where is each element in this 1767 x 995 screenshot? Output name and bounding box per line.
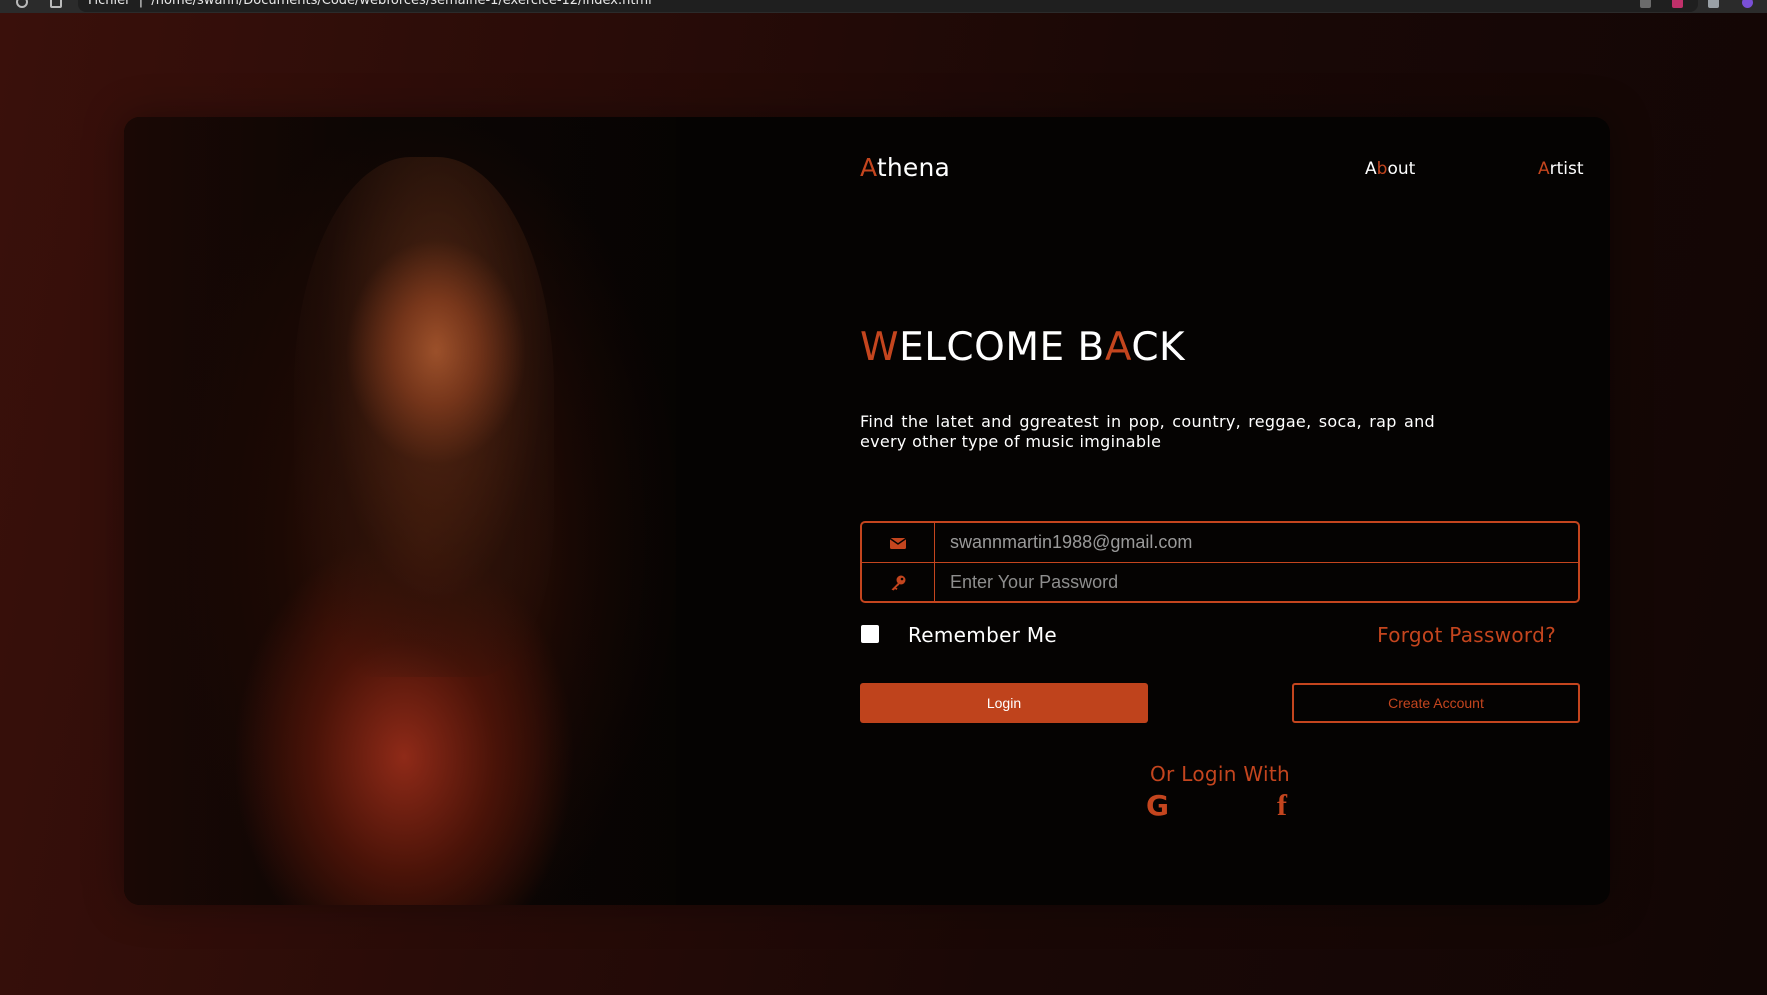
title-accent-w: W <box>860 325 900 370</box>
tab-label: Fichier <box>88 0 131 8</box>
artist-photo <box>124 117 806 905</box>
nav-about-accent: b <box>1376 159 1388 179</box>
envelope-icon <box>862 523 935 562</box>
nav-about-link[interactable]: About <box>1365 159 1415 179</box>
nav-artist-rest: rtist <box>1549 159 1584 179</box>
key-icon <box>862 563 935 602</box>
or-login-with-label: Or Login With <box>1150 762 1290 786</box>
google-icon[interactable]: G <box>1146 789 1169 822</box>
email-field[interactable] <box>935 523 1575 562</box>
forgot-password-link[interactable]: Forgot Password? <box>1377 623 1556 647</box>
title-accent-a: A <box>1104 325 1132 370</box>
remember-me-label[interactable]: Remember Me <box>908 623 1057 647</box>
login-button[interactable]: Login <box>860 683 1148 723</box>
browser-toolbar: Fichier | /home/swann/Documents/Code/web… <box>0 0 1767 13</box>
address-bar[interactable]: Fichier | /home/swann/Documents/Code/web… <box>78 0 1698 12</box>
remember-me-checkbox[interactable] <box>861 625 879 643</box>
url-text: /home/swann/Documents/Code/webforces/sem… <box>151 0 652 8</box>
reload-icon[interactable] <box>16 0 28 8</box>
facebook-icon[interactable]: f <box>1277 789 1287 823</box>
tagline: Find the latet and ggreatest in pop, cou… <box>860 412 1435 451</box>
title-part-2: CK <box>1131 325 1186 370</box>
password-field[interactable] <box>935 563 1575 602</box>
puzzle-icon[interactable] <box>1708 0 1719 8</box>
brand-logo[interactable]: Athena <box>860 153 950 182</box>
password-row <box>862 563 1578 602</box>
bookmark-icon[interactable] <box>50 0 62 8</box>
extension-icon[interactable] <box>1672 0 1683 8</box>
login-card: Athena About Artist WELCOME BACK Find th… <box>124 117 1610 905</box>
email-row <box>862 523 1578 563</box>
create-account-button[interactable]: Create Account <box>1292 683 1580 723</box>
nav-about-rest: out <box>1387 159 1416 179</box>
photo-fade <box>536 117 806 905</box>
page-title: WELCOME BACK <box>860 325 1185 370</box>
nav-artist-link[interactable]: Artist <box>1538 159 1584 179</box>
brand-rest: thena <box>876 153 951 182</box>
photo-figure <box>294 157 554 677</box>
shield-icon[interactable] <box>1640 0 1651 8</box>
nav-artist-first: A <box>1538 159 1550 179</box>
nav-about-first: A <box>1365 159 1377 179</box>
profile-icon[interactable] <box>1742 0 1753 8</box>
credentials-group <box>860 521 1580 603</box>
title-part-1: ELCOME B <box>899 325 1105 370</box>
brand-first-letter: A <box>860 153 877 182</box>
